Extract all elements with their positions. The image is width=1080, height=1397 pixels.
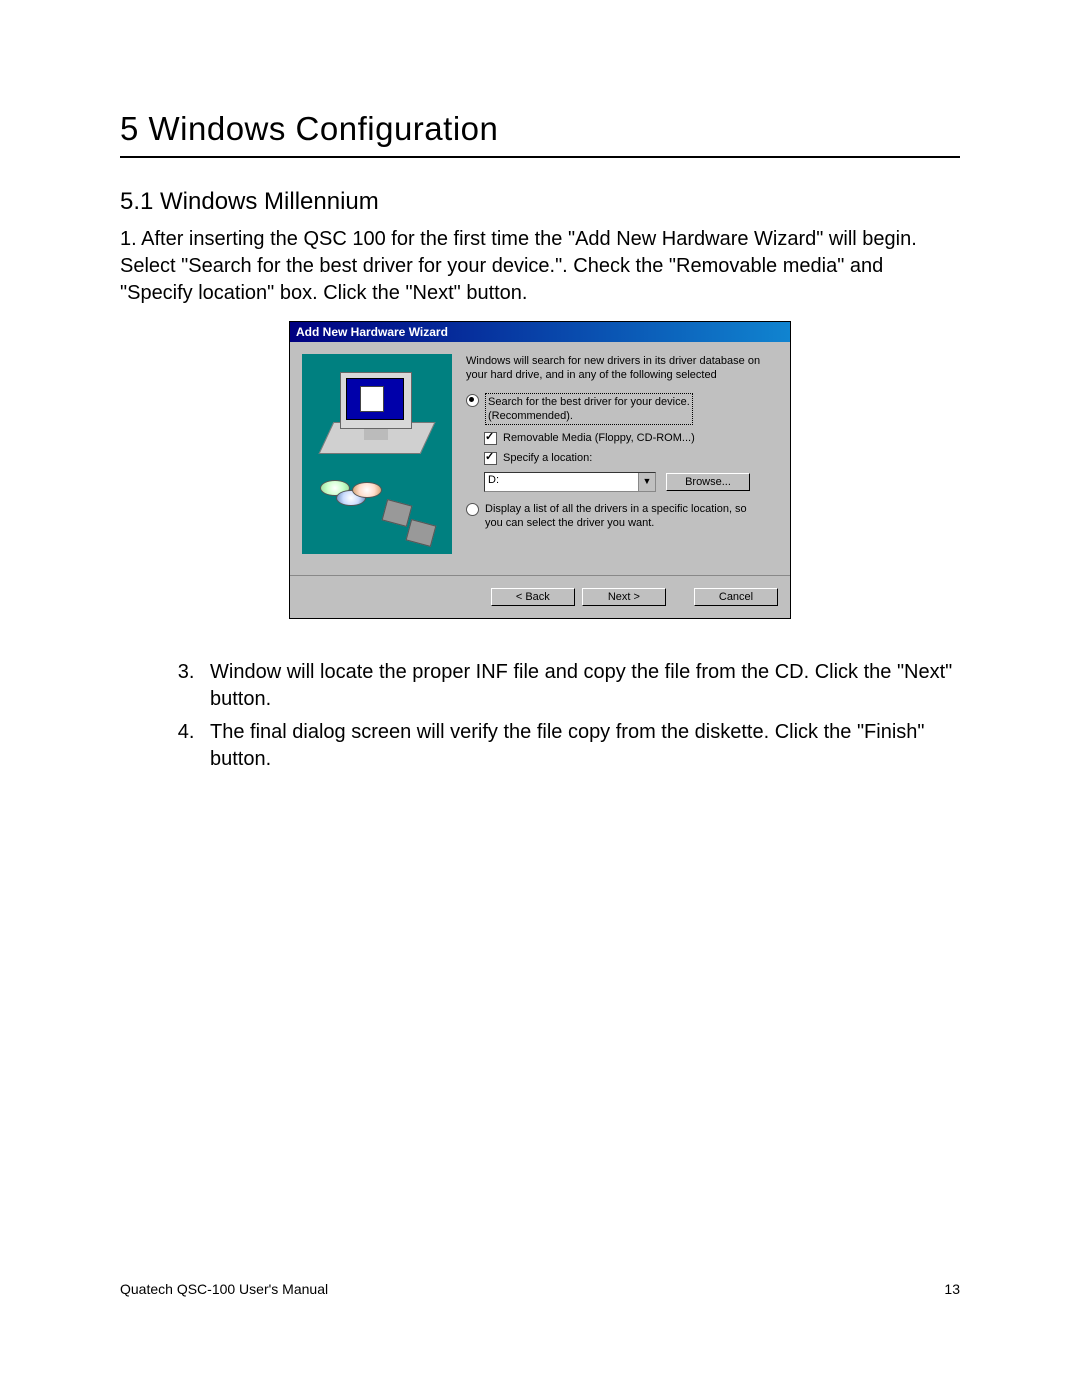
section-title: 5.1 Windows Millennium: [120, 188, 960, 216]
footer-page-number: 13: [944, 1281, 960, 1297]
step-4: The final dialog screen will verify the …: [200, 719, 960, 773]
wizard-button-row: < Back Next > Cancel: [290, 575, 790, 618]
location-dropdown-value: D:: [485, 473, 638, 491]
intro-paragraph: 1. After inserting the QSC 100 for the f…: [120, 226, 960, 307]
location-dropdown[interactable]: D: ▼: [484, 472, 656, 492]
footer-left: Quatech QSC-100 User's Manual: [120, 1281, 328, 1297]
wizard-screenshot: Add New Hardware Wizard Windows will sea…: [289, 321, 791, 619]
back-button[interactable]: < Back: [491, 588, 575, 606]
radio-search-best-label: Search for the best driver for your devi…: [485, 393, 693, 426]
chapter-title: 5 Windows Configuration: [120, 110, 960, 148]
checkbox-specify-location[interactable]: [484, 452, 497, 465]
checkbox-removable-media[interactable]: [484, 432, 497, 445]
horizontal-rule: [120, 156, 960, 158]
cancel-button[interactable]: Cancel: [694, 588, 778, 606]
checkbox-specify-location-label: Specify a location:: [503, 451, 592, 465]
dialog-intro-text: Windows will search for new drivers in i…: [466, 354, 778, 383]
dialog-titlebar: Add New Hardware Wizard: [290, 322, 790, 342]
step-3: Window will locate the proper INF file a…: [200, 659, 960, 713]
checkbox-removable-media-label: Removable Media (Floppy, CD-ROM...): [503, 431, 695, 445]
radio-display-list[interactable]: [466, 503, 479, 516]
wizard-graphic: [302, 354, 452, 554]
radio-display-list-label: Display a list of all the drivers in a s…: [485, 502, 747, 531]
next-button[interactable]: Next >: [582, 588, 666, 606]
chevron-down-icon[interactable]: ▼: [638, 473, 655, 491]
radio-search-best[interactable]: [466, 394, 479, 407]
browse-button[interactable]: Browse...: [666, 473, 750, 491]
